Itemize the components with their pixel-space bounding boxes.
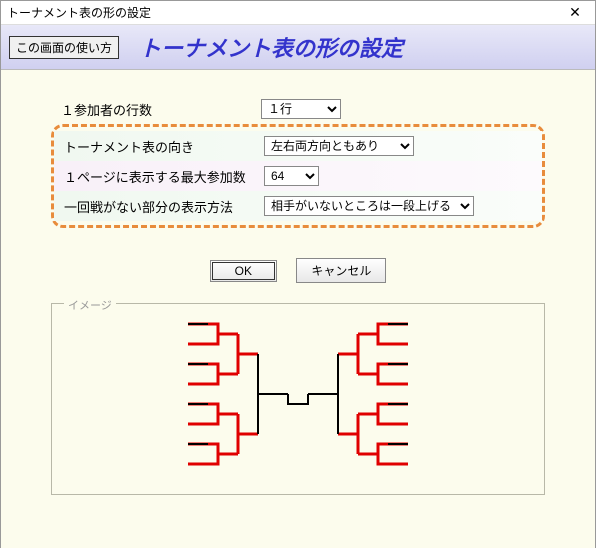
page-title: トーナメント表の形の設定 bbox=[139, 31, 403, 63]
label-max-participants: １ページに表示する最大参加数 bbox=[64, 167, 264, 186]
button-row: OK キャンセル bbox=[51, 258, 545, 283]
select-max-participants[interactable]: 64 bbox=[264, 166, 319, 186]
image-preview-label: イメージ bbox=[64, 297, 116, 313]
label-bye-display: 一回戦がない部分の表示方法 bbox=[64, 197, 264, 216]
label-orientation: トーナメント表の向き bbox=[64, 137, 264, 156]
row-max-participants: １ページに表示する最大参加数 64 bbox=[54, 161, 542, 191]
row-participant-lines: １参加者の行数 １行 bbox=[51, 94, 545, 124]
select-bye-display[interactable]: 相手がいないところは一段上げる bbox=[264, 196, 474, 216]
window-title: トーナメント表の形の設定 bbox=[7, 4, 151, 21]
select-participant-lines[interactable]: １行 bbox=[261, 99, 341, 119]
header-bar: この画面の使い方 トーナメント表の形の設定 bbox=[1, 25, 595, 70]
row-bye-display: 一回戦がない部分の表示方法 相手がいないところは一段上げる bbox=[54, 191, 542, 221]
select-orientation[interactable]: 左右両方向ともあり bbox=[264, 136, 414, 156]
cancel-button[interactable]: キャンセル bbox=[296, 258, 386, 283]
image-preview-group: イメージ bbox=[51, 303, 545, 495]
titlebar: トーナメント表の形の設定 ✕ bbox=[1, 1, 595, 25]
label-participant-lines: １参加者の行数 bbox=[61, 100, 261, 119]
highlighted-settings-group: トーナメント表の向き 左右両方向ともあり １ページに表示する最大参加数 64 一… bbox=[51, 124, 545, 228]
row-orientation: トーナメント表の向き 左右両方向ともあり bbox=[54, 131, 542, 161]
ok-button[interactable]: OK bbox=[210, 260, 277, 282]
bracket-preview-icon bbox=[178, 314, 418, 474]
close-button[interactable]: ✕ bbox=[561, 3, 589, 23]
content-area: １参加者の行数 １行 トーナメント表の向き 左右両方向ともあり １ページに表示す… bbox=[1, 70, 595, 548]
dialog-window: トーナメント表の形の設定 ✕ この画面の使い方 トーナメント表の形の設定 １参加… bbox=[0, 0, 596, 548]
form-rows: １参加者の行数 １行 トーナメント表の向き 左右両方向ともあり １ページに表示す… bbox=[51, 94, 545, 228]
help-button[interactable]: この画面の使い方 bbox=[9, 36, 119, 59]
